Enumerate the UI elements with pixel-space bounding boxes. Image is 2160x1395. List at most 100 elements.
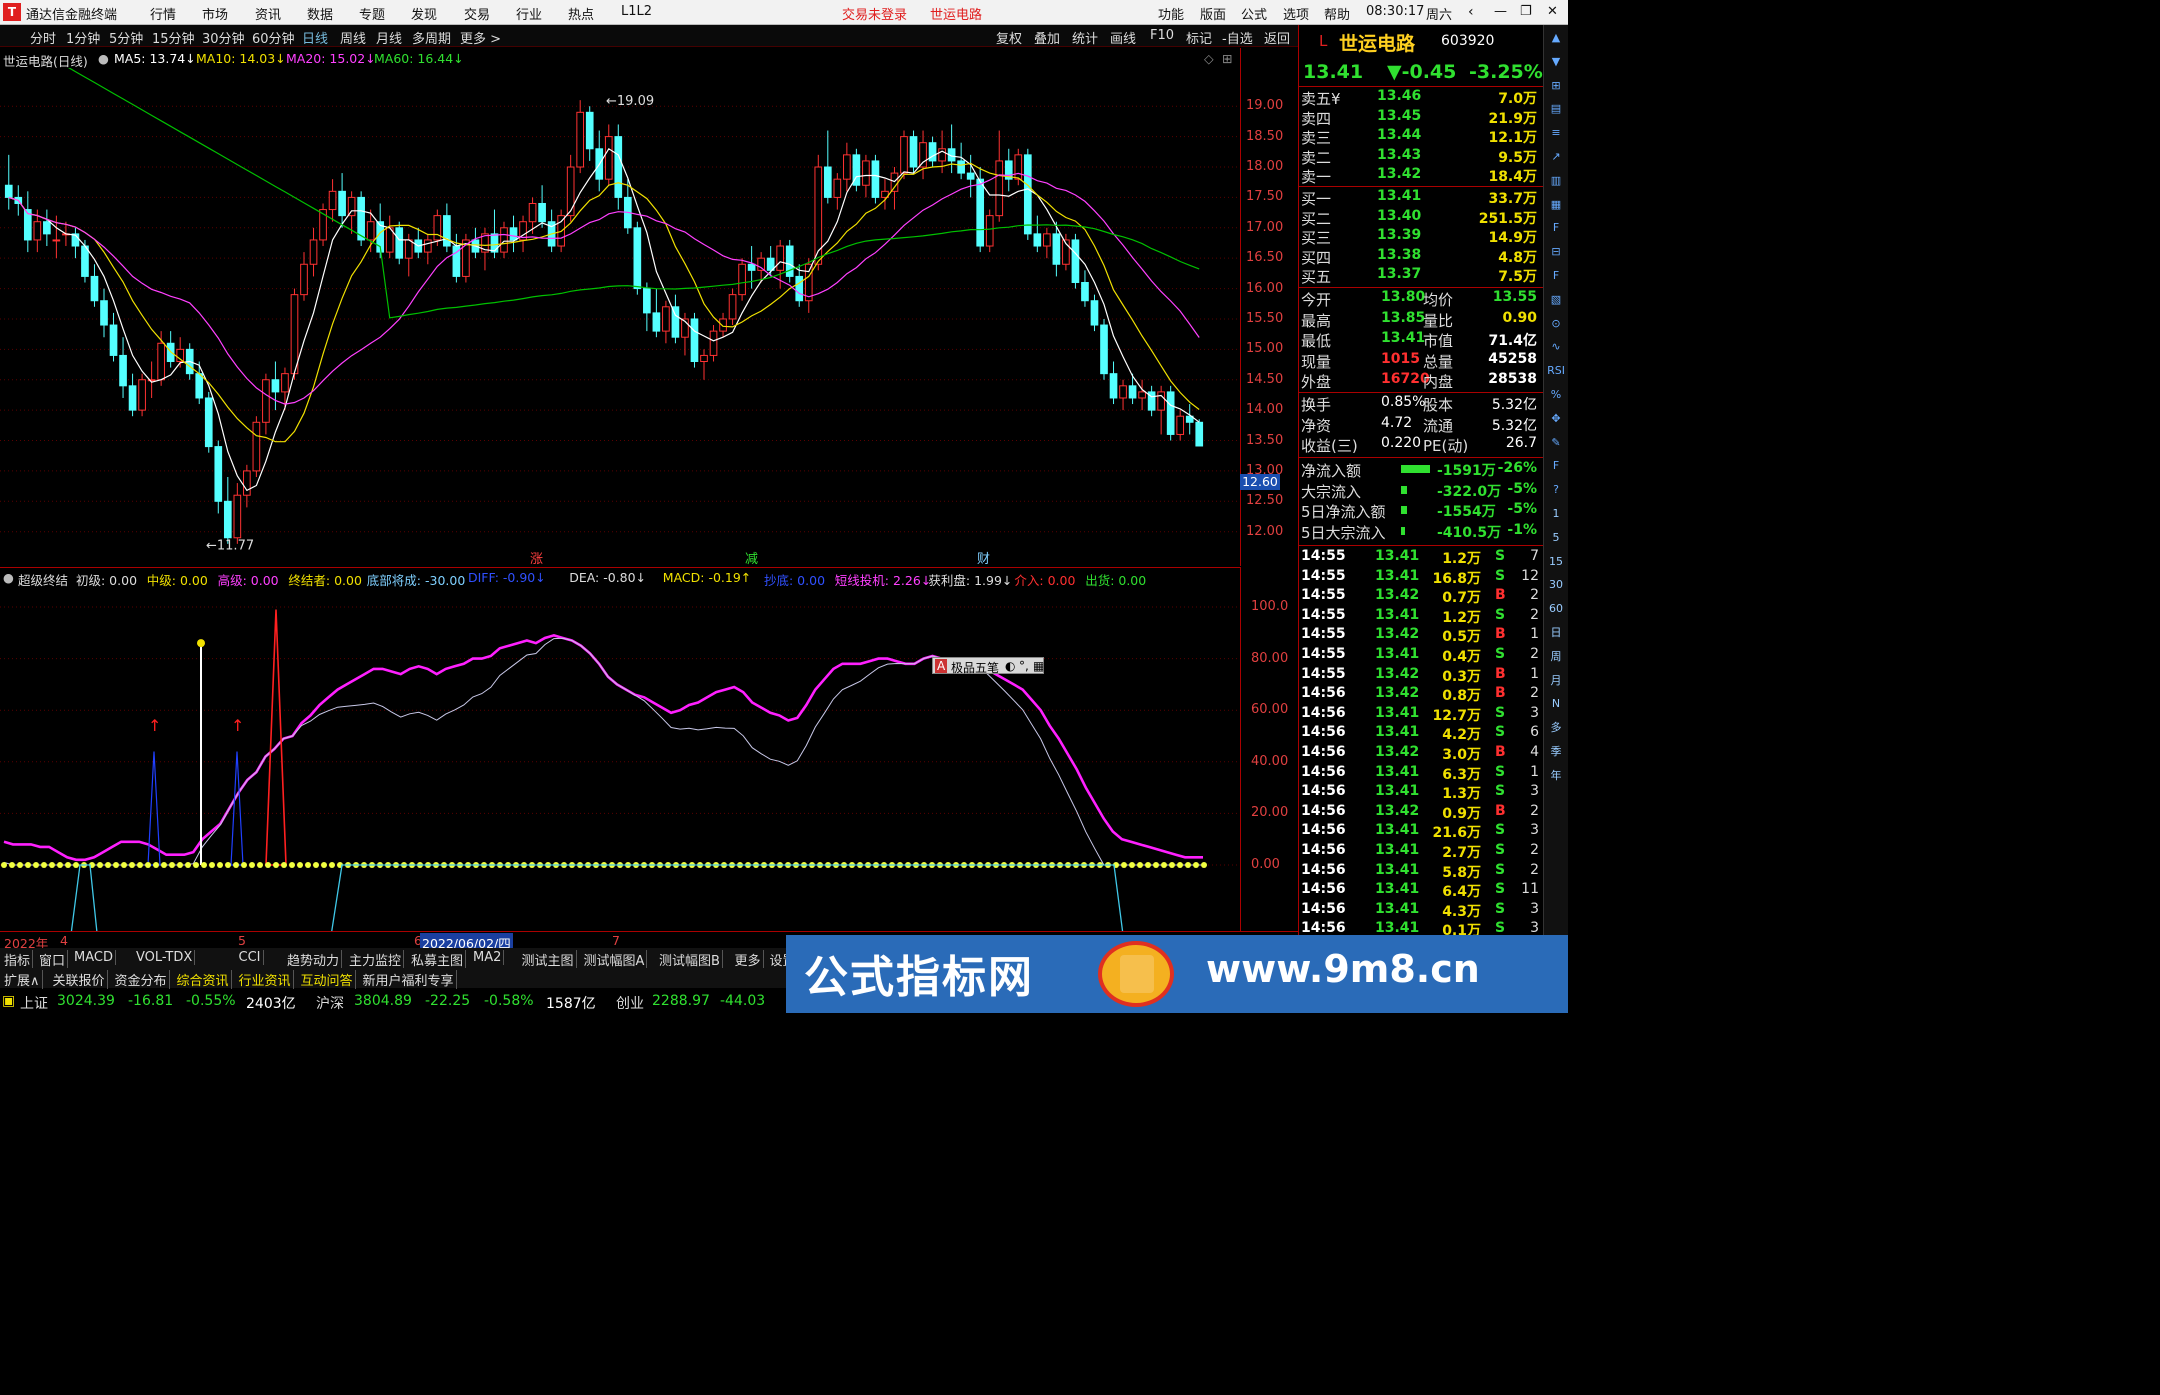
diamond-icon[interactable]: ◇ xyxy=(1204,51,1214,66)
ime-toolbar[interactable]: A 极品五笔 ◐ °, ▦ xyxy=(932,657,1044,675)
indicator-tab[interactable]: 测试幅图A xyxy=(582,950,648,969)
indicator-chart[interactable]: ↑ ↑ xyxy=(0,587,1240,931)
sidebar-button[interactable]: ▲ xyxy=(1547,29,1565,47)
sidebar-button[interactable]: F xyxy=(1547,457,1565,475)
hs-name[interactable]: 沪深 xyxy=(316,993,344,1013)
sidebar-button[interactable]: 多 xyxy=(1547,719,1565,737)
tool-button[interactable]: F10 xyxy=(1150,28,1174,43)
extension-tab[interactable]: 新用户福利专享 xyxy=(361,970,457,989)
sidebar-button[interactable]: % xyxy=(1547,386,1565,404)
period-tab[interactable]: 15分钟 xyxy=(152,28,195,47)
extension-tab[interactable]: 互动问答 xyxy=(299,970,356,989)
menu-item[interactable]: 交易 xyxy=(464,4,490,23)
menu-item[interactable]: 数据 xyxy=(307,4,333,23)
period-tab[interactable]: 60分钟 xyxy=(252,28,295,47)
punct-icon[interactable]: °, xyxy=(1019,659,1029,673)
sidebar-button[interactable]: 1 xyxy=(1547,505,1565,523)
tool-button[interactable]: 标记 xyxy=(1186,28,1212,47)
tool-button[interactable]: 统计 xyxy=(1072,28,1098,47)
menu-item[interactable]: 选项 xyxy=(1283,4,1309,23)
menu-item[interactable]: 市场 xyxy=(202,4,228,23)
indicator-tab[interactable]: 更多 xyxy=(733,950,764,969)
sidebar-button[interactable]: ▦ xyxy=(1547,196,1565,214)
indicator-tab[interactable]: 指标 xyxy=(2,950,34,969)
expand-icon[interactable]: ⊞ xyxy=(1222,51,1232,66)
menu-item[interactable]: 资讯 xyxy=(255,4,281,23)
extension-tab[interactable]: 关联报价 xyxy=(51,970,108,989)
indicator-tab[interactable]: MACD xyxy=(72,950,116,965)
tool-button[interactable]: 返回 xyxy=(1264,28,1290,47)
tool-button[interactable]: 画线 xyxy=(1110,28,1136,47)
period-tab-active[interactable]: 日线 xyxy=(302,28,328,47)
sidebar-button[interactable]: 月 xyxy=(1547,672,1565,690)
settings-icon[interactable]: ● xyxy=(98,51,109,66)
sidebar-button[interactable]: ⊟ xyxy=(1547,243,1565,261)
indicator-tab[interactable]: MA2 xyxy=(471,950,505,965)
keyboard-icon[interactable]: ▦ xyxy=(1033,659,1044,673)
menu-item[interactable]: L1L2 xyxy=(621,4,652,19)
period-tab[interactable]: 5分钟 xyxy=(109,28,143,47)
period-tab[interactable]: 月线 xyxy=(376,28,402,47)
indicator-tab[interactable]: 窗口 xyxy=(37,950,69,969)
sidebar-button[interactable]: ↗ xyxy=(1547,148,1565,166)
close-icon[interactable]: ✕ xyxy=(1547,4,1558,19)
menu-item[interactable]: 功能 xyxy=(1158,4,1184,23)
sidebar-button[interactable]: F xyxy=(1547,267,1565,285)
sidebar-button[interactable]: ✥ xyxy=(1547,410,1565,428)
tool-button[interactable]: 复权 xyxy=(996,28,1022,47)
sidebar-button[interactable]: ? xyxy=(1547,481,1565,499)
period-tab[interactable]: 分时 xyxy=(30,28,56,47)
sidebar-button[interactable]: ▤ xyxy=(1547,100,1565,118)
sidebar-button[interactable]: ▼ xyxy=(1547,53,1565,71)
sidebar-button[interactable]: F xyxy=(1547,219,1565,237)
period-tab[interactable]: 30分钟 xyxy=(202,28,245,47)
menu-item[interactable]: 公式 xyxy=(1241,4,1267,23)
sidebar-button[interactable]: ▧ xyxy=(1547,291,1565,309)
menu-item[interactable]: 热点 xyxy=(568,4,594,23)
sidebar-button[interactable]: 5 xyxy=(1547,529,1565,547)
sidebar-button[interactable]: ⊙ xyxy=(1547,315,1565,333)
extension-tab[interactable]: 资金分布 xyxy=(113,970,170,989)
restore-icon[interactable]: ❐ xyxy=(1520,4,1532,19)
back-icon[interactable]: ‹ xyxy=(1468,4,1474,20)
login-status[interactable]: 交易未登录 xyxy=(842,4,907,23)
sidebar-button[interactable]: N xyxy=(1547,695,1565,713)
menu-item[interactable]: 版面 xyxy=(1200,4,1226,23)
period-tab[interactable]: 周线 xyxy=(340,28,366,47)
sidebar-button[interactable]: 年 xyxy=(1547,767,1565,785)
menu-item[interactable]: 行业 xyxy=(516,4,542,23)
menu-item[interactable]: 行情 xyxy=(150,4,176,23)
indicator-tab[interactable]: 测试主图 xyxy=(520,950,577,969)
minimize-icon[interactable]: — xyxy=(1494,4,1507,19)
sidebar-button[interactable]: 季 xyxy=(1547,743,1565,761)
candlestick-chart[interactable]: ←19.09 ←11.77 涨 减 财 xyxy=(0,68,1240,566)
indicator-tab[interactable]: VOL-TDX xyxy=(134,950,196,965)
sidebar-button[interactable]: 周 xyxy=(1547,648,1565,666)
more-tab[interactable]: 更多 > xyxy=(460,28,501,47)
menu-item[interactable]: 专题 xyxy=(359,4,385,23)
tool-button[interactable]: -自选 xyxy=(1222,28,1253,47)
tool-button[interactable]: 叠加 xyxy=(1034,28,1060,47)
indicator-tab[interactable]: 私募主图 xyxy=(409,950,467,969)
menu-item[interactable]: 发现 xyxy=(411,4,437,23)
sidebar-button[interactable]: ▥ xyxy=(1547,172,1565,190)
sidebar-button[interactable]: ⊞ xyxy=(1547,77,1565,95)
sidebar-button[interactable]: ≡ xyxy=(1547,124,1565,142)
sidebar-button[interactable]: ∿ xyxy=(1547,338,1565,356)
sidebar-button[interactable]: RSI xyxy=(1547,362,1565,380)
cy-name[interactable]: 创业 xyxy=(616,993,644,1013)
moon-icon[interactable]: ◐ xyxy=(1005,659,1015,673)
menu-item[interactable]: 帮助 xyxy=(1324,4,1350,23)
period-tab[interactable]: 多周期 xyxy=(412,28,451,47)
indicator-tab[interactable]: 测试幅图B xyxy=(657,950,723,969)
sidebar-button[interactable]: 日 xyxy=(1547,624,1565,642)
sidebar-button[interactable]: 15 xyxy=(1547,553,1565,571)
indicator-tab[interactable]: 趋势动力 xyxy=(285,950,343,969)
extension-tab[interactable]: 综合资讯 xyxy=(175,970,232,989)
sidebar-button[interactable]: ✎ xyxy=(1547,434,1565,452)
indicator-tab[interactable]: CCI xyxy=(237,950,264,965)
sidebar-button[interactable]: 60 xyxy=(1547,600,1565,618)
settings-icon[interactable]: ● xyxy=(3,570,14,585)
indicator-tab[interactable]: 主力监控 xyxy=(347,950,405,969)
sh-name[interactable]: 上证 xyxy=(20,993,48,1013)
